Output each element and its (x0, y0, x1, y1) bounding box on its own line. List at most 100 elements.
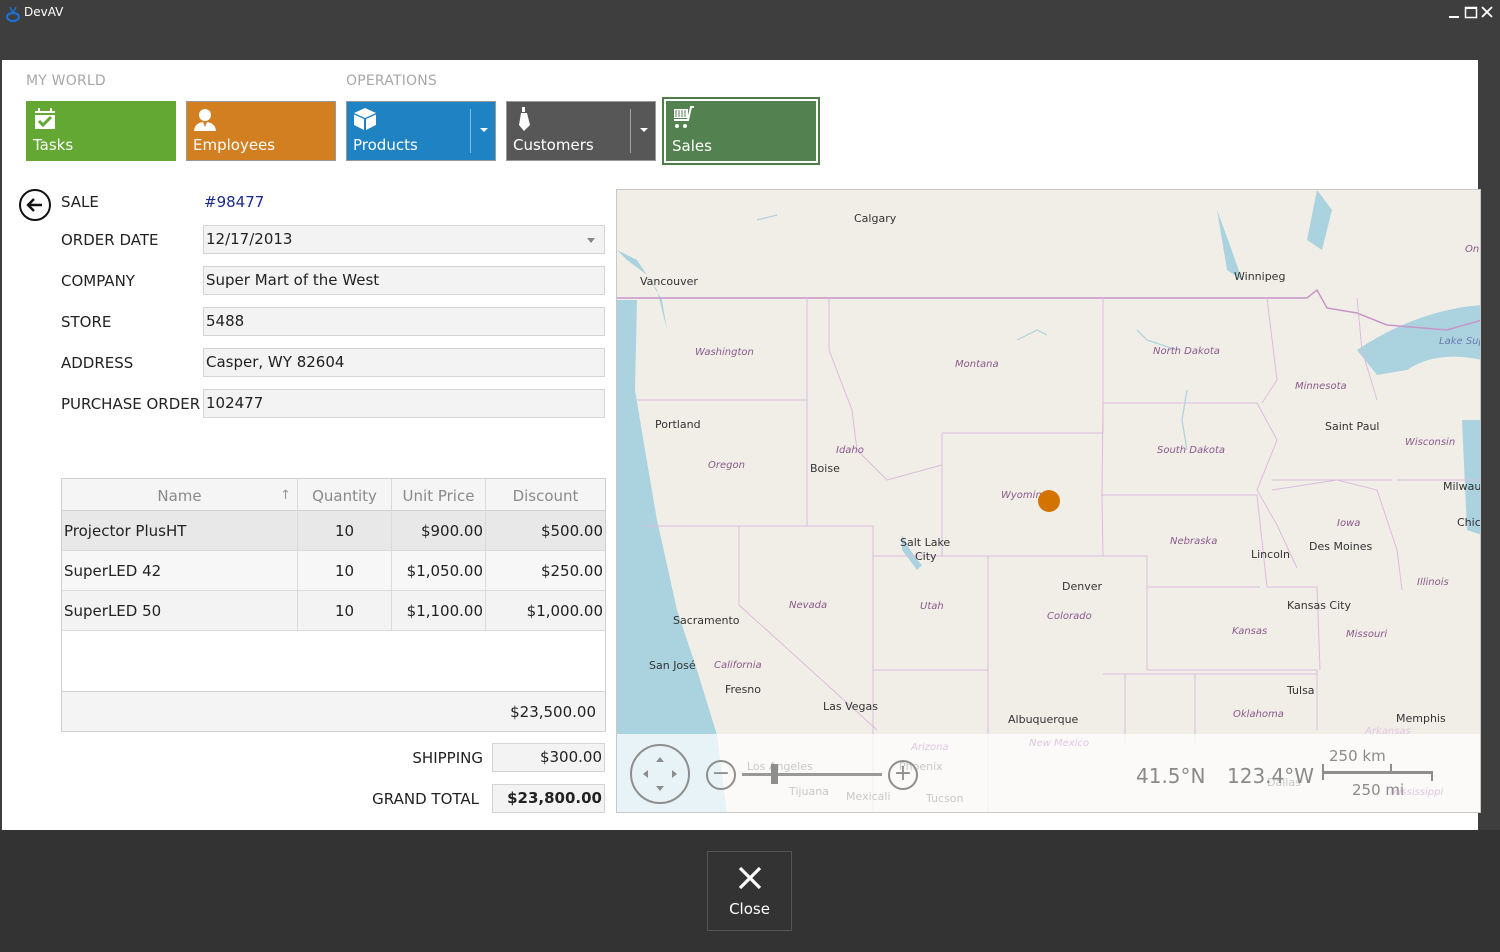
order-items-grid: Name ↑ Quantity Unit Price Discount Proj… (61, 478, 606, 732)
state-north-dakota: North Dakota (1153, 346, 1220, 357)
cell-unit-price: $900.00 (392, 511, 486, 551)
city-tulsa: Tulsa (1287, 684, 1315, 697)
city-des-moines: Des Moines (1309, 540, 1373, 553)
state-nebraska: Nebraska (1170, 536, 1218, 547)
close-icon (738, 866, 762, 890)
state-nevada: Nevada (789, 600, 828, 611)
dropdown-arrow-icon[interactable] (640, 128, 648, 132)
city-salt-lake-city-2: City (915, 550, 937, 563)
city-chicago: Chica (1457, 516, 1481, 529)
cell-unit-price: $1,100.00 (392, 591, 486, 631)
tile-products[interactable]: Products (346, 101, 496, 161)
city-lincoln: Lincoln (1251, 548, 1290, 561)
arrow-left-icon (26, 198, 42, 212)
company-field[interactable]: Super Mart of the West (203, 266, 605, 295)
map-view[interactable]: Calgary Vancouver Winnipeg Portland Bois… (616, 189, 1481, 813)
location-pin[interactable] (1038, 490, 1060, 512)
shipping-value: $300.00 (539, 748, 602, 766)
state-ontario: Ont (1465, 244, 1480, 255)
order-date-field[interactable]: 12/17/2013 (203, 225, 605, 254)
table-row[interactable]: Projector PlusHT 10 $900.00 $500.00 (62, 511, 605, 551)
box-icon (354, 108, 376, 130)
zoom-in-button[interactable]: + (888, 760, 918, 790)
group-label-my-world: MY WORLD (26, 73, 106, 89)
city-calgary: Calgary (854, 212, 897, 225)
tile-sales[interactable]: Sales (662, 97, 820, 165)
scale-tick (1390, 764, 1392, 772)
address-label: ADDRESS (61, 354, 134, 372)
company-label: COMPANY (61, 272, 135, 290)
tile-tasks[interactable]: Tasks (26, 101, 176, 161)
maximize-icon (1464, 6, 1478, 19)
city-saint-paul: Saint Paul (1325, 420, 1380, 433)
city-vancouver: Vancouver (640, 275, 698, 288)
city-winnipeg: Winnipeg (1234, 270, 1286, 283)
state-montana: Montana (955, 359, 999, 370)
city-tucson: Tucson (926, 792, 964, 805)
cell-discount: $500.00 (540, 522, 603, 540)
city-kansas-city: Kansas City (1287, 599, 1351, 612)
zoom-out-button[interactable]: − (706, 760, 736, 790)
state-new-mexico: New Mexico (1029, 738, 1090, 749)
close-icon (1481, 6, 1493, 18)
close-label: Close (729, 900, 770, 918)
state-wisconsin: Wisconsin (1405, 437, 1456, 448)
grand-total-label: GRAND TOTAL (372, 790, 479, 808)
table-row[interactable]: SuperLED 50 10 $1,100.00 $1,000.00 (62, 591, 605, 631)
table-row[interactable]: SuperLED 42 10 $1,050.00 $250.00 (62, 551, 605, 591)
state-south-dakota: South Dakota (1157, 445, 1226, 456)
column-header-unit-price[interactable]: Unit Price (392, 479, 486, 511)
tile-customers[interactable]: Customers (506, 101, 656, 161)
cell-name: Projector PlusHT (62, 511, 298, 551)
tile-label: Customers (513, 136, 594, 154)
store-label: STORE (61, 313, 112, 331)
purchase-order-label: PURCHASE ORDER (61, 395, 201, 413)
plus-icon: + (893, 761, 913, 786)
company-value: Super Mart of the West (206, 271, 380, 289)
shipping-field[interactable]: $300.00 (492, 743, 605, 772)
state-utah: Utah (920, 601, 944, 612)
cell-quantity: 10 (298, 591, 392, 631)
split-divider (630, 109, 631, 153)
state-kansas: Kansas (1232, 626, 1268, 637)
order-date-label: ORDER DATE (61, 231, 159, 249)
column-header-quantity[interactable]: Quantity (298, 479, 392, 511)
city-salt-lake-city: Salt Lake (900, 536, 951, 549)
store-field[interactable]: 5488 (203, 307, 605, 336)
state-california: California (714, 660, 762, 671)
city-boise: Boise (810, 462, 840, 475)
cell-discount: $250.00 (540, 562, 603, 580)
cell-name: SuperLED 50 (62, 591, 298, 631)
close-button[interactable]: Close (707, 851, 792, 931)
column-header-name[interactable]: Name ↑ (62, 479, 298, 511)
cell-discount: $1,000.00 (526, 602, 603, 620)
tile-label: Employees (193, 136, 276, 154)
state-oregon: Oregon (708, 460, 745, 471)
cell-unit-price: $1,050.00 (392, 551, 486, 591)
map-pan-control[interactable] (630, 744, 690, 804)
back-button[interactable] (19, 189, 51, 221)
cell-quantity: 10 (298, 511, 392, 551)
cell-quantity: 10 (298, 551, 392, 591)
scale-mi-label: 250 mi (1352, 781, 1405, 799)
state-washington: Washington (695, 347, 754, 358)
dropdown-arrow-icon[interactable] (480, 128, 488, 132)
zoom-slider-track[interactable] (742, 773, 882, 776)
state-colorado: Colorado (1047, 611, 1092, 622)
state-minnesota: Minnesota (1295, 381, 1347, 392)
tile-employees[interactable]: Employees (186, 101, 336, 161)
dropdown-arrow-icon[interactable] (587, 238, 595, 243)
minimize-icon (1449, 16, 1459, 18)
column-header-discount[interactable]: Discount (486, 479, 605, 511)
window-close-button[interactable] (1479, 4, 1495, 20)
map-controls: Los Angeles Tijuana Mexicali Phoenix Tuc… (617, 726, 1480, 812)
longitude-readout: 123.4°W (1227, 764, 1315, 788)
maximize-button[interactable] (1463, 4, 1479, 20)
minimize-button[interactable] (1446, 4, 1462, 20)
purchase-order-field[interactable]: 102477 (203, 389, 605, 418)
sort-ascending-icon: ↑ (280, 488, 291, 503)
address-field[interactable]: Casper, WY 82604 (203, 348, 605, 377)
zoom-slider-thumb[interactable] (771, 764, 778, 784)
store-value: 5488 (206, 312, 245, 330)
city-albuquerque: Albuquerque (1008, 713, 1079, 726)
